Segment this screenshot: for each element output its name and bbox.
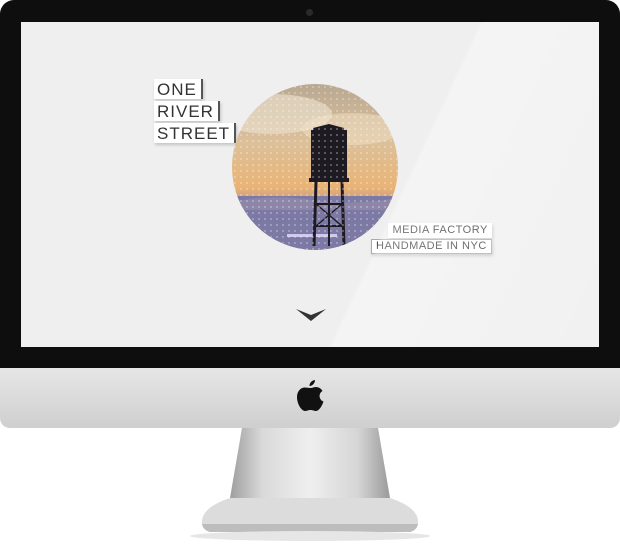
screen: ONE RIVER STREET MEDIA FACTORY HANDMADE … — [21, 22, 599, 347]
title-line-street: STREET — [154, 123, 237, 143]
monitor-stand — [190, 428, 430, 541]
camera — [306, 9, 313, 16]
chevron-down-icon[interactable] — [296, 308, 326, 322]
tagline: MEDIA FACTORY HANDMADE IN NYC — [371, 220, 492, 254]
apple-logo-icon — [297, 380, 324, 411]
monitor-bezel: ONE RIVER STREET MEDIA FACTORY HANDMADE … — [0, 0, 620, 368]
title-line-one: ONE — [154, 79, 203, 99]
tagline-handmade: HANDMADE IN NYC — [371, 239, 492, 254]
title-line-river: RIVER — [154, 101, 220, 121]
site-title: ONE RIVER STREET — [154, 79, 237, 145]
